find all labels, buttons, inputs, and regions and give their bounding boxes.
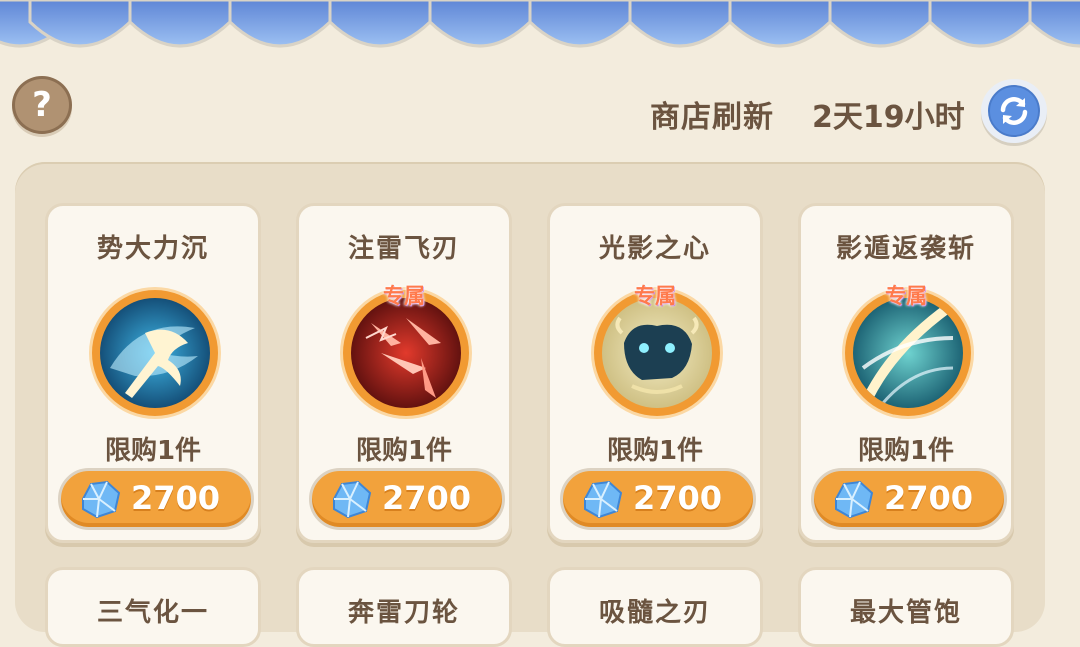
- blue-crystal-icon: [835, 480, 874, 519]
- buy-button[interactable]: 2700: [309, 468, 505, 530]
- item-name: 奔雷刀轮: [347, 598, 460, 628]
- item-price: 2700: [131, 479, 221, 517]
- item-name: 光影之心: [598, 234, 711, 264]
- shop-item-card[interactable]: 最大管饱: [798, 567, 1014, 647]
- shop-awning: [0, 0, 1080, 48]
- purchase-limit: 限购1件: [606, 436, 704, 466]
- item-price: 2700: [884, 479, 974, 517]
- purchase-limit: 限购1件: [857, 436, 955, 466]
- question-icon: ?: [32, 85, 52, 125]
- exclusive-badge: 专属: [383, 284, 425, 308]
- blue-crystal-icon: [333, 480, 372, 519]
- help-button[interactable]: ?: [12, 76, 72, 134]
- buy-button[interactable]: 2700: [58, 468, 254, 530]
- refresh-icon: [988, 85, 1040, 137]
- item-name: 势大力沉: [96, 234, 209, 264]
- shop-item-card[interactable]: 影遁返袭斩 专属 限购1件 2700: [798, 203, 1014, 543]
- shop-item-card[interactable]: 吸髓之刃: [547, 567, 763, 647]
- shop-item-card[interactable]: 三气化一: [45, 567, 261, 647]
- buy-button[interactable]: 2700: [560, 468, 756, 530]
- shop-refresh-label: 商店刷新: [650, 100, 774, 135]
- item-name: 最大管饱: [849, 598, 962, 628]
- purchase-limit: 限购1件: [104, 436, 202, 466]
- shop-item-card[interactable]: 奔雷刀轮: [296, 567, 512, 647]
- buy-button[interactable]: 2700: [811, 468, 1007, 530]
- blue-crystal-icon: [584, 480, 623, 519]
- item-price: 2700: [633, 479, 723, 517]
- item-name: 吸髓之刃: [598, 598, 711, 628]
- exclusive-badge: 专属: [634, 284, 676, 308]
- purchase-limit: 限购1件: [355, 436, 453, 466]
- item-name: 注雷飞刃: [347, 234, 460, 264]
- refresh-countdown: 2天19小时: [812, 100, 965, 135]
- refresh-button[interactable]: [981, 79, 1047, 143]
- shop-item-card[interactable]: 势大力沉 限购1件 2700: [45, 203, 261, 543]
- item-name: 影遁返袭斩: [835, 234, 976, 264]
- blue-crystal-icon: [82, 480, 121, 519]
- exclusive-badge: 专属: [885, 284, 927, 308]
- shop-item-card[interactable]: 注雷飞刃 专属 限购1件 2700: [296, 203, 512, 543]
- axe-wave-skill-icon: [92, 290, 218, 416]
- item-name: 三气化一: [96, 598, 209, 628]
- item-price: 2700: [382, 479, 472, 517]
- shop-item-card[interactable]: 光影之心 专属 限购1件 2700: [547, 203, 763, 543]
